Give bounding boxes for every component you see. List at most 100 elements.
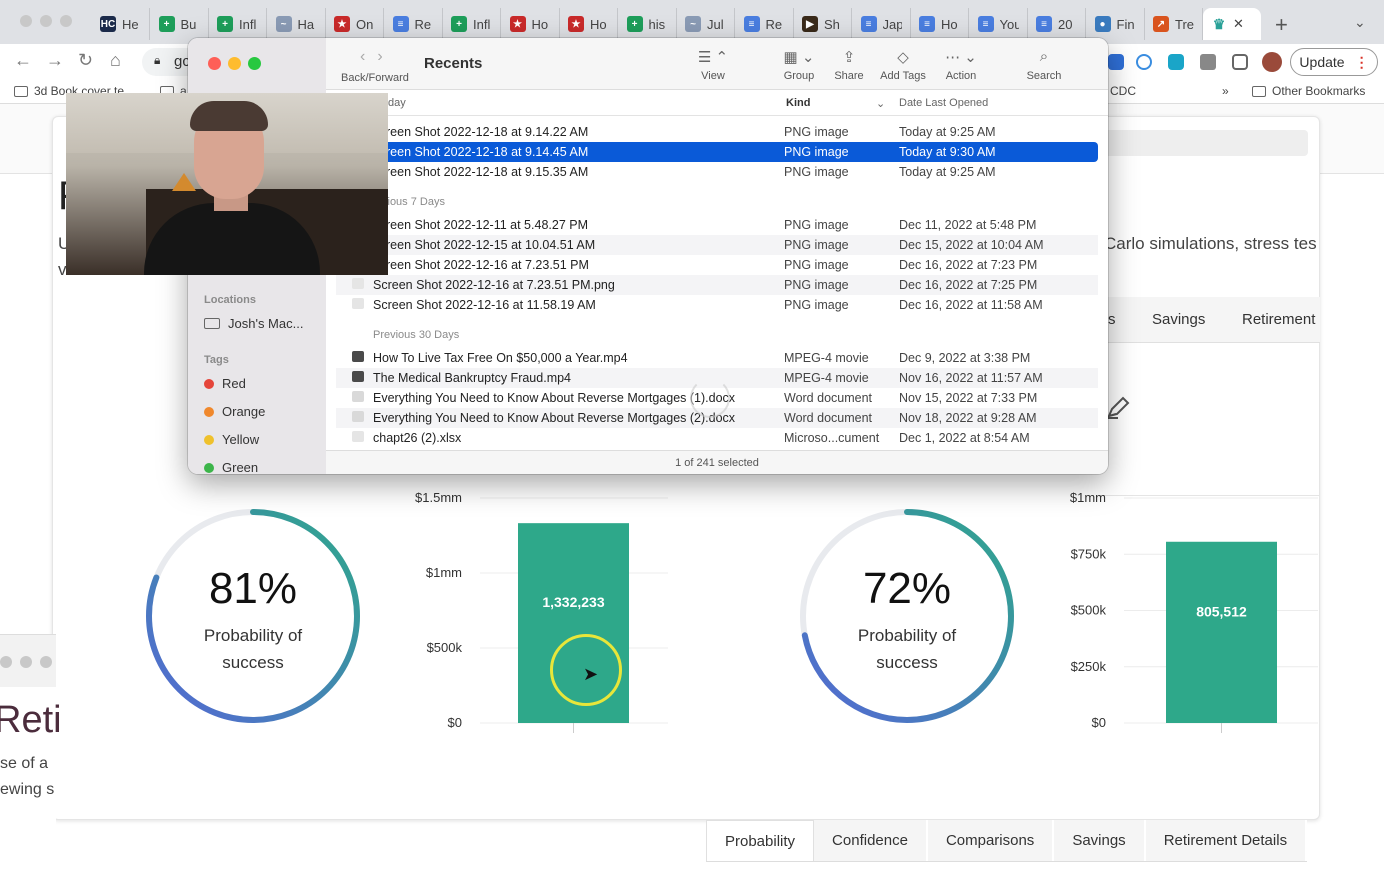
- window-minimize-button[interactable]: [20, 656, 32, 668]
- toolbar-search-button[interactable]: ⌕ Search: [1014, 48, 1074, 82]
- tag-label: Red: [222, 376, 246, 391]
- browser-tab[interactable]: + Bu: [151, 8, 209, 40]
- sheets-icon: +: [217, 16, 233, 32]
- sidepanel-icon[interactable]: [1232, 54, 1248, 70]
- browser-tab[interactable]: ≡ You: [970, 8, 1028, 40]
- tab-label: Re: [765, 16, 783, 32]
- file-row[interactable]: How To Live Tax Free On $50,000 a Year.m…: [336, 348, 1098, 368]
- browser-tab[interactable]: ≡ 20: [1028, 8, 1086, 40]
- update-button[interactable]: Update ⋮: [1290, 48, 1378, 76]
- browser-tab[interactable]: ▶ Sh: [794, 8, 852, 40]
- browser-tab[interactable]: ≡ Re: [385, 8, 443, 40]
- file-kind: PNG image: [784, 278, 849, 292]
- browser-tab[interactable]: ≡ Jap: [853, 8, 911, 40]
- browser-tab[interactable]: ≡ Re: [736, 8, 794, 40]
- finder-status-bar: 1 of 241 selected: [326, 450, 1108, 474]
- column-date[interactable]: Date Last Opened: [899, 97, 988, 109]
- browser-tab[interactable]: + Infl: [443, 8, 501, 40]
- window-minimize-button[interactable]: [40, 15, 52, 27]
- file-row[interactable]: reen Shot 2022-12-18 at 9.14.22 AM PNG im…: [336, 122, 1098, 142]
- bookmark-other[interactable]: Other Bookmarks: [1252, 84, 1365, 98]
- file-row[interactable]: reen Shot 2022-12-11 at 5.48.27 PM PNG im…: [336, 215, 1098, 235]
- tab-savings[interactable]: Savings: [1152, 311, 1205, 328]
- file-row[interactable]: reen Shot 2022-12-18 at 9.14.45 AM PNG im…: [336, 142, 1098, 162]
- bookmark-cdc[interactable]: CDC: [1110, 84, 1136, 98]
- tab-retirement[interactable]: Retirement: [1242, 311, 1315, 328]
- finder-close-button[interactable]: [208, 57, 221, 70]
- sidebar-tag-red[interactable]: Red: [204, 376, 246, 391]
- browser-tab[interactable]: ★ Ho: [560, 8, 618, 40]
- y-tick-label: $0: [1092, 715, 1106, 730]
- file-row[interactable]: reen Shot 2022-12-16 at 7.23.51 PM PNG im…: [336, 255, 1098, 275]
- sidebar-tag-green[interactable]: Green: [204, 460, 258, 474]
- browser-tab[interactable]: ≡ Ho: [911, 8, 969, 40]
- browser-tab[interactable]: ★ Ho: [502, 8, 560, 40]
- forward-arrow-icon[interactable]: →: [46, 50, 64, 71]
- tab-comparisons[interactable]: Comparisons: [927, 820, 1055, 861]
- sidebar-tag-orange[interactable]: Orange: [204, 404, 265, 419]
- tab-active[interactable]: ♛ ✕: [1203, 8, 1261, 40]
- sidebar-item-mac[interactable]: Josh's Mac...: [204, 316, 303, 331]
- file-row[interactable]: chapt26 (2).xlsx Microso...cument Dec 1, 2…: [336, 428, 1098, 448]
- extension-grid-icon[interactable]: [1108, 54, 1124, 70]
- tab-probability[interactable]: Probability: [706, 820, 815, 861]
- browser-tab[interactable]: ↗ Tre: [1145, 8, 1203, 40]
- toolbar-view-button[interactable]: ☰ ⌃ View: [683, 48, 743, 82]
- new-tab-button[interactable]: +: [1275, 12, 1288, 38]
- bar[interactable]: [1166, 541, 1277, 723]
- file-row[interactable]: reen Shot 2022-12-15 at 10.04.51 AM PNG i…: [336, 235, 1098, 255]
- lock-icon: 🔒︎: [154, 53, 161, 67]
- avatar[interactable]: [1262, 52, 1282, 72]
- extension-wifi-icon[interactable]: [1168, 54, 1184, 70]
- back-forward-arrows-icon[interactable]: ‹›: [360, 48, 395, 66]
- window-close-button[interactable]: [20, 15, 32, 27]
- tab-partial[interactable]: s: [1108, 311, 1116, 328]
- browser-tab[interactable]: + his: [619, 8, 677, 40]
- file-row[interactable]: reen Shot 2022-12-18 at 9.15.35 AM PNG im…: [336, 162, 1098, 182]
- browser-tab[interactable]: + Infl: [209, 8, 267, 40]
- file-row[interactable]: Screen Shot 2022-12-16 at 11.58.19 AM PNG…: [336, 295, 1098, 315]
- finder-minimize-button[interactable]: [228, 57, 241, 70]
- probability-gauge-left: 81% Probability of success: [143, 506, 363, 726]
- file-name: reen Shot 2022-12-16 at 7.23.51 PM: [386, 258, 589, 272]
- finder-zoom-button[interactable]: [248, 57, 261, 70]
- file-date: Dec 9, 2022 at 3:38 PM: [899, 351, 1031, 365]
- file-row[interactable]: Screen Shot 2022-12-16 at 7.23.51 PM.png…: [336, 275, 1098, 295]
- docs-icon: ≡: [977, 16, 994, 32]
- update-label: Update: [1299, 54, 1345, 70]
- toolbar-add-tags-button[interactable]: ◇ Add Tags: [873, 48, 933, 82]
- browser-tab[interactable]: ★ On: [326, 8, 384, 40]
- window-zoom-button[interactable]: [40, 656, 52, 668]
- reload-icon[interactable]: ↻: [78, 50, 93, 71]
- home-icon[interactable]: ⌂: [110, 50, 121, 71]
- file-date: Dec 16, 2022 at 7:25 PM: [899, 278, 1038, 292]
- extension-target-icon[interactable]: [1136, 54, 1152, 70]
- window-zoom-button[interactable]: [60, 15, 72, 27]
- edit-icon[interactable]: [1106, 396, 1132, 425]
- image-icon: ~: [685, 16, 701, 32]
- tab-savings[interactable]: Savings: [1054, 820, 1146, 861]
- chevron-down-icon[interactable]: ⌄: [876, 97, 885, 110]
- browser-tab[interactable]: HC He: [92, 8, 150, 40]
- browser-tab[interactable]: ~ Ha: [268, 8, 326, 40]
- tab-search-button[interactable]: ⌄: [1354, 14, 1366, 31]
- webcam-lamp: [172, 173, 196, 191]
- puzzle-icon[interactable]: [1200, 54, 1216, 70]
- bottom-tab-bar: Probability Confidence Comparisons Savin…: [706, 820, 1308, 862]
- y-tick-label: $500k: [427, 640, 463, 655]
- browser-tab[interactable]: ~ Jul: [677, 8, 735, 40]
- back-arrow-icon[interactable]: ←: [14, 50, 32, 71]
- file-kind: Word document: [784, 391, 873, 405]
- tab-confidence[interactable]: Confidence: [814, 820, 928, 861]
- browser-tab[interactable]: ● Fin: [1087, 8, 1145, 40]
- column-name[interactable]: day: [388, 97, 406, 109]
- toolbar-share-button[interactable]: ⇪ Share: [819, 48, 879, 82]
- window-close-button[interactable]: [0, 656, 12, 668]
- sidebar-tag-yellow[interactable]: Yellow: [204, 432, 259, 447]
- toolbar-action-button[interactable]: ⋯ ⌄ Action: [931, 48, 991, 82]
- column-kind[interactable]: Kind: [786, 97, 810, 109]
- bookmarks-overflow-button[interactable]: »: [1222, 84, 1229, 98]
- close-tab-icon[interactable]: ✕: [1233, 16, 1244, 32]
- video-icon: ▶: [802, 16, 818, 32]
- tab-retirement-details[interactable]: Retirement Details: [1145, 820, 1308, 861]
